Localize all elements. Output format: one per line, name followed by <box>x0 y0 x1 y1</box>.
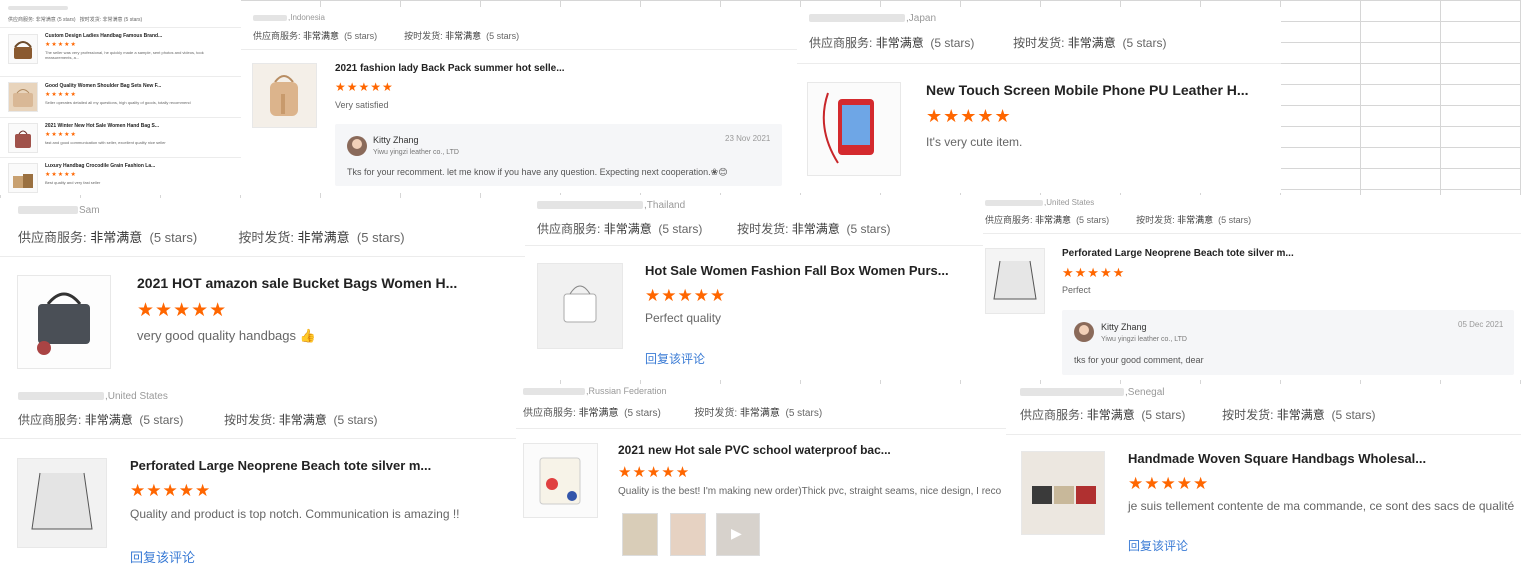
reviewer-country: ,Senegal <box>1020 387 1164 398</box>
small-review-item: Luxury Handbag Crocodile Grain Fashion L… <box>0 159 241 195</box>
review-comment: Perfect <box>1062 285 1091 295</box>
product-thumbnail[interactable] <box>523 443 598 518</box>
seller-reply-box: Kitty Zhang Yiwu yingzi leather co., LTD… <box>1062 310 1514 375</box>
review-comment: Quality is the best! I'm making new orde… <box>618 486 1002 497</box>
product-title[interactable]: Hot Sale Women Fashion Fall Box Women Pu… <box>645 263 949 278</box>
seller-ratings: 供应商服务: 非常满意 (5 stars) 按时发货: 非常满意 (5 star… <box>985 215 1252 225</box>
reply-review-link[interactable]: 回复该评论 <box>645 350 705 367</box>
review-video[interactable]: ▶ <box>716 513 760 556</box>
seller-name: Kitty Zhang <box>373 135 419 145</box>
product-thumbnail[interactable] <box>17 458 107 548</box>
review-card-us-reply: ,United States 供应商服务: 非常满意 (5 stars) 按时发… <box>983 195 1521 380</box>
small-review-item: 2021 Winter New Hot Sale Women Hand Bag … <box>0 119 241 157</box>
reply-date: 05 Dec 2021 <box>1458 320 1504 329</box>
product-title[interactable]: Good Quality Women Shoulder Bag Sets New… <box>45 83 161 89</box>
seller-avatar-icon <box>1074 322 1094 342</box>
play-icon: ▶ <box>731 525 742 541</box>
product-title[interactable]: Perforated Large Neoprene Beach tote sil… <box>1062 248 1294 259</box>
review-comment: very good quality handbags 👍 <box>137 328 316 343</box>
star-rating: ★★★★★ <box>926 106 1012 126</box>
small-review-item: Custom Design Ladies Handbag Famous Bran… <box>0 30 241 74</box>
review-comment: Quality and product is top notch. Commun… <box>130 507 460 521</box>
star-rating: ★★★★★ <box>335 80 394 94</box>
star-rating: ★★★★★ <box>1062 265 1126 280</box>
review-card-us: ,United States 供应商服务: 非常满意 (5 stars) 按时发… <box>0 388 520 568</box>
seller-ratings: 供应商服务: 非常满意 (5 stars) 按时发货: 非常满意 (5 star… <box>253 31 520 41</box>
product-title[interactable]: New Touch Screen Mobile Phone PU Leather… <box>926 82 1249 98</box>
seller-ratings: 供应商服务: 非常满意 (5 stars) 按时发货: 非常满意 (5 star… <box>809 36 1167 50</box>
seller-company: Yiwu yingzi leather co., LTD <box>1101 336 1187 343</box>
product-thumbnail[interactable] <box>807 82 901 176</box>
review-comment: It's very cute item. <box>926 135 1023 149</box>
review-comment: Best quality and very fast seller <box>45 180 101 185</box>
review-card-senegal: ,Senegal 供应商服务: 非常满意 (5 stars) 按时发货: 非常满… <box>1006 384 1521 568</box>
reviewer-country: ,Russian Federation <box>523 386 667 396</box>
reply-review-link[interactable]: 回复该评论 <box>1128 537 1188 554</box>
product-title[interactable]: Custom Design Ladies Handbag Famous Bran… <box>45 33 162 39</box>
seller-reply-text: tks for your good comment, dear <box>1074 355 1204 365</box>
review-photo[interactable] <box>670 513 706 556</box>
product-thumbnail[interactable] <box>8 82 38 112</box>
product-thumbnail[interactable] <box>985 248 1045 314</box>
seller-ratings: 供应商服务: 非常满意 (5 stars) 按时发货: 非常满意 (5 star… <box>523 408 823 419</box>
review-comment: Seller operates detailed all my question… <box>45 100 191 105</box>
product-title[interactable]: 2021 fashion lady Back Pack summer hot s… <box>335 63 565 74</box>
star-rating: ★★★★★ <box>618 464 691 481</box>
product-thumbnail[interactable] <box>8 123 38 153</box>
reviewer-country: Sam <box>18 205 100 216</box>
reviewer-country: ,United States <box>985 198 1094 207</box>
product-thumbnail[interactable] <box>1021 451 1105 535</box>
reply-review-link[interactable]: 回复该评论 <box>130 547 195 566</box>
seller-avatar-icon <box>347 136 367 156</box>
review-list-card-small: 供应商服务: 非常满意 (5 stars) 按时发货: 非常满意 (5 star… <box>0 0 241 195</box>
review-comment: Very satisfied <box>335 100 389 110</box>
seller-ratings: 供应商服务: 非常满意 (5 stars) 按时发货: 非常满意 (5 star… <box>537 222 891 236</box>
seller-reply-box: Kitty Zhang Yiwu yingzi leather co., LTD… <box>335 124 782 186</box>
product-thumbnail[interactable] <box>8 34 38 64</box>
reviewer-country: ,United States <box>18 391 168 402</box>
reviewer-country: ,Japan <box>809 13 936 24</box>
seller-ratings: 供应商服务: 非常满意 (5 stars) 按时发货: 非常满意 (5 star… <box>1020 408 1376 422</box>
review-card-thailand: ,Thailand 供应商服务: 非常满意 (5 stars) 按时发货: 非常… <box>525 195 985 380</box>
star-rating: ★★★★★ <box>45 172 77 178</box>
reviewer-country: ,Thailand <box>537 200 685 211</box>
reviewer-country: ,Indonesia <box>253 13 325 22</box>
small-ratings: 供应商服务: 非常满意 (5 stars) 按时发货: 非常满意 (5 star… <box>8 17 143 23</box>
product-thumbnail[interactable] <box>8 163 38 193</box>
product-thumbnail[interactable] <box>537 263 623 349</box>
product-thumbnail[interactable] <box>17 275 111 369</box>
product-title[interactable]: Luxury Handbag Crocodile Grain Fashion L… <box>45 163 155 169</box>
seller-ratings: 供应商服务: 非常满意 (5 stars) 按时发货: 非常满意 (5 star… <box>18 413 378 427</box>
small-review-item: Good Quality Women Shoulder Bag Sets New… <box>0 78 241 118</box>
star-rating: ★★★★★ <box>137 300 228 321</box>
star-rating: ★★★★★ <box>1128 474 1210 493</box>
review-comment: The seller was very professional, he qui… <box>45 50 204 60</box>
star-rating: ★★★★★ <box>130 481 212 500</box>
product-title[interactable]: 2021 HOT amazon sale Bucket Bags Women H… <box>137 275 457 291</box>
review-comment: Perfect quality <box>645 311 722 325</box>
product-title[interactable]: Handmade Woven Square Handbags Wholesal.… <box>1128 451 1426 466</box>
seller-company: Yiwu yingzi leather co., LTD <box>373 149 459 156</box>
product-thumbnail[interactable] <box>252 63 317 128</box>
review-photo[interactable] <box>622 513 658 556</box>
product-title[interactable]: 2021 Winter New Hot Sale Women Hand Bag … <box>45 123 159 129</box>
review-card-sam: Sam 供应商服务: 非常满意 (5 stars) 按时发货: 非常满意 (5 … <box>0 198 525 388</box>
review-comment: fast and good communication with seller,… <box>45 140 166 145</box>
product-title[interactable]: 2021 new Hot sale PVC school waterproof … <box>618 443 891 457</box>
star-rating: ★★★★★ <box>645 286 727 305</box>
review-card-indonesia: ,Indonesia 供应商服务: 非常满意 (5 stars) 按时发货: 非… <box>241 7 797 193</box>
seller-reply-text: Tks for your recomment. let me know if y… <box>347 167 728 177</box>
product-title[interactable]: Perforated Large Neoprene Beach tote sil… <box>130 458 431 473</box>
star-rating: ★★★★★ <box>45 92 77 98</box>
review-card-russia: ,Russian Federation 供应商服务: 非常满意 (5 stars… <box>516 384 1006 568</box>
reply-date: 23 Nov 2021 <box>725 134 771 143</box>
seller-name: Kitty Zhang <box>1101 322 1147 332</box>
star-rating: ★★★★★ <box>45 42 77 48</box>
seller-ratings: 供应商服务: 非常满意 (5 stars) 按时发货: 非常满意 (5 star… <box>18 230 405 245</box>
star-rating: ★★★★★ <box>45 132 77 138</box>
small-header <box>8 5 69 11</box>
review-comment: je suis tellement contente de ma command… <box>1128 499 1515 513</box>
review-card-japan: ,Japan 供应商服务: 非常满意 (5 stars) 按时发货: 非常满意 … <box>797 7 1281 193</box>
